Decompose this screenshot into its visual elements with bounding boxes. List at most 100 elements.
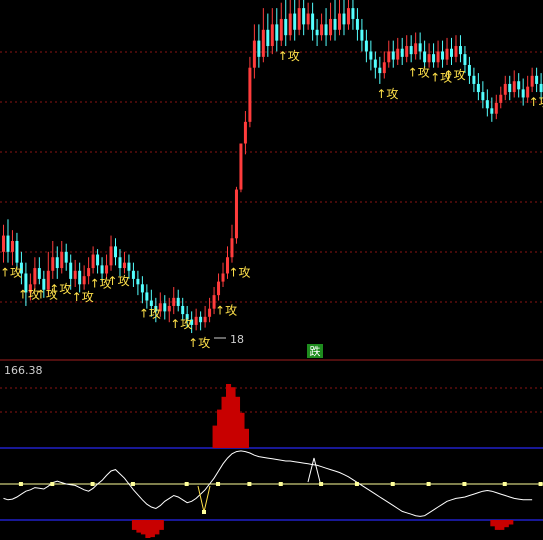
v-signal-dot — [202, 510, 206, 514]
histogram-bar-positive — [212, 425, 218, 448]
candle-up — [306, 13, 310, 25]
mid-line-marker — [216, 482, 221, 486]
candle-down — [355, 18, 359, 30]
attack-signal-label: ↑攻 — [139, 306, 161, 320]
candle-down — [114, 246, 117, 258]
candle-up — [338, 13, 341, 30]
mid-line-marker — [184, 482, 189, 486]
candle-up — [329, 18, 333, 36]
candle-up — [288, 13, 292, 36]
candle-down — [181, 305, 185, 315]
main-panel-grid — [0, 51, 543, 303]
histogram-bar-positive — [239, 412, 245, 448]
candle-down — [342, 13, 346, 25]
candle-down — [423, 51, 427, 63]
candle-down — [131, 270, 135, 279]
candle-down — [136, 278, 140, 285]
candle-up — [194, 316, 198, 325]
low-marker-label: 18 — [230, 333, 244, 346]
candle-down — [476, 83, 480, 93]
candle-down — [508, 83, 512, 93]
mid-line-marker — [319, 482, 324, 486]
candle-up — [91, 254, 95, 269]
candle-up — [73, 270, 77, 279]
attack-signal-label: ↑攻 — [228, 266, 250, 280]
candle-down — [409, 46, 413, 55]
candle-up — [494, 102, 498, 114]
candle-down — [467, 64, 471, 76]
mid-line-marker — [247, 482, 252, 486]
candle-up — [346, 8, 350, 25]
candle-up — [454, 46, 458, 57]
candle-down — [485, 100, 489, 109]
candle-down — [517, 81, 521, 90]
candle-down — [432, 54, 436, 63]
candle-up — [82, 276, 86, 285]
candle-down — [458, 46, 462, 55]
candle-up — [239, 143, 243, 190]
candle-down — [149, 300, 153, 306]
candle-down — [96, 254, 100, 266]
candle-up — [405, 46, 409, 57]
histogram-bar-positive — [226, 384, 232, 448]
candle-down — [100, 265, 104, 274]
candle-down — [521, 89, 525, 98]
candle-up — [172, 297, 176, 306]
candle-down — [490, 108, 494, 114]
candle-down — [257, 40, 261, 57]
candle-up — [234, 189, 238, 239]
attack-signal-label: ↑攻 — [0, 266, 22, 280]
attack-signal-label: ↑攻 — [408, 65, 430, 79]
candle-down — [373, 59, 377, 68]
candle-up — [33, 268, 37, 285]
attack-signals: ↑攻↑攻↑攻↑攻↑攻↑攻↑攻↑攻↑攻↑攻↑攻↑攻↑攻↑攻↑攻↑攻↑攻↑攻 — [0, 49, 543, 350]
histogram-bar-negative — [154, 520, 160, 535]
mid-line-marker — [130, 482, 135, 486]
oscillator-value-label: 166.38 — [4, 364, 43, 377]
candle-up — [427, 54, 431, 63]
candle-down — [284, 18, 288, 36]
candle-down — [539, 83, 543, 93]
candle-up — [320, 24, 324, 36]
candle-down — [145, 292, 149, 301]
candle-up — [221, 273, 225, 282]
candle-down — [6, 235, 10, 252]
candle-up — [503, 83, 507, 95]
candle-up — [248, 67, 252, 122]
candle-down — [441, 51, 445, 60]
candle-up — [396, 48, 400, 60]
mid-line-marker — [390, 482, 395, 486]
candle-down — [275, 24, 279, 41]
attack-signal-label: ↑攻 — [215, 304, 237, 318]
down-badge: 跌 — [307, 344, 323, 358]
histogram-bar-negative — [499, 520, 505, 530]
candle-up — [445, 48, 449, 60]
attack-signal-label: ↑攻 — [278, 49, 300, 63]
candle-down — [140, 284, 144, 293]
candle-down — [64, 251, 68, 263]
attack-signal-label: ↑攻 — [188, 336, 210, 350]
candle-down — [69, 262, 73, 279]
candle-down — [127, 262, 131, 271]
mid-line-marker — [462, 482, 467, 486]
histogram-bar-negative — [140, 520, 146, 535]
attack-signal-label: ↑攻 — [529, 95, 543, 109]
histogram-bar-positive — [243, 428, 249, 448]
candle-up — [10, 240, 14, 252]
candle-up — [252, 40, 256, 68]
candle-up — [297, 8, 301, 30]
peak-signal-marker — [307, 457, 321, 483]
candle-up — [87, 268, 91, 277]
candle-down — [400, 48, 404, 57]
candle-up — [261, 29, 265, 57]
candle-up — [51, 257, 55, 271]
candle-down — [450, 48, 453, 57]
candle-down — [369, 51, 373, 60]
candle-down — [463, 54, 467, 65]
histogram-bar-negative — [503, 520, 509, 528]
stock-chart[interactable]: ↑攻↑攻↑攻↑攻↑攻↑攻↑攻↑攻↑攻↑攻↑攻↑攻↑攻↑攻↑攻↑攻↑攻↑攻 18 … — [0, 0, 543, 540]
candle-up — [530, 75, 534, 87]
candle-up — [109, 246, 113, 266]
histogram-bar-negative — [508, 520, 514, 525]
candle-down — [37, 268, 41, 279]
